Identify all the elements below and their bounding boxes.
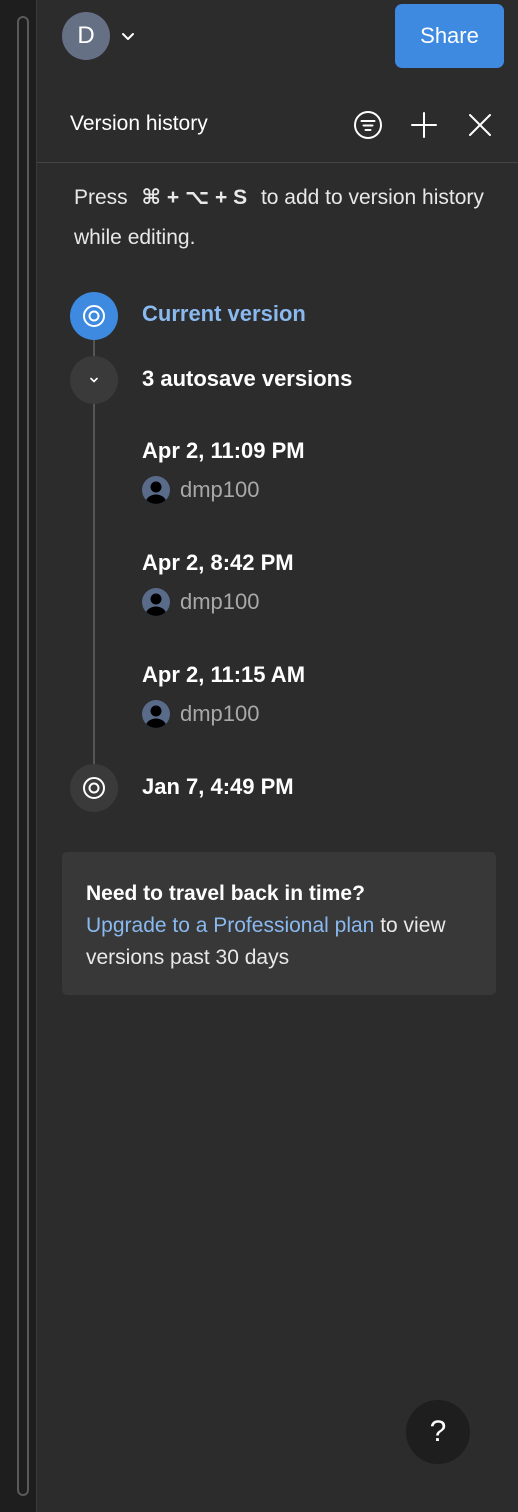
hint-suffix: to add to version history while editing.	[74, 186, 484, 249]
version-date: Apr 2, 11:15 AM	[142, 662, 306, 687]
version-dot-icon	[83, 777, 105, 799]
version-author-name: dmp100	[180, 477, 260, 502]
oldest-version-label[interactable]: Jan 7, 4:49 PM	[142, 774, 294, 800]
user-menu-button[interactable]: D	[62, 12, 136, 60]
help-button[interactable]: ?	[406, 1400, 470, 1464]
scrollbar[interactable]	[17, 16, 29, 1496]
panel-header: Version history	[37, 92, 518, 163]
upgrade-card: Need to travel back in time? Upgrade to …	[62, 852, 496, 995]
user-avatar-icon	[142, 700, 170, 728]
version-author: dmp100	[142, 476, 502, 504]
panel-title: Version history	[70, 112, 208, 135]
current-version-node	[70, 292, 118, 340]
version-item[interactable]: Apr 2, 11:15 AM dmp100	[142, 662, 502, 728]
version-author-name: dmp100	[180, 701, 260, 726]
left-strip	[0, 0, 37, 1512]
avatar: D	[62, 12, 110, 60]
close-icon[interactable]	[465, 110, 495, 140]
upgrade-link[interactable]: Upgrade to a Professional plan	[86, 914, 374, 937]
share-button[interactable]: Share	[395, 4, 504, 68]
keyboard-shortcut: ⌘ + ⌥ + S	[141, 186, 248, 209]
version-dot-icon	[83, 305, 105, 327]
version-history-panel: D Share Version history Press ⌘ + ⌥ + S …	[37, 0, 518, 1512]
upgrade-title: Need to travel back in time?	[86, 882, 365, 905]
current-version-label[interactable]: Current version	[142, 301, 306, 327]
version-author: dmp100	[142, 588, 502, 616]
oldest-version-node	[70, 764, 118, 812]
version-item[interactable]: Apr 2, 11:09 PM dmp100	[142, 438, 502, 504]
autosave-group-label[interactable]: 3 autosave versions	[142, 366, 352, 392]
version-item[interactable]: Apr 2, 8:42 PM dmp100	[142, 550, 502, 616]
filter-icon[interactable]	[353, 110, 383, 140]
plus-icon[interactable]	[409, 110, 439, 140]
upgrade-body: Upgrade to a Professional plan to view v…	[86, 910, 472, 974]
collapse-autosave-button[interactable]	[70, 356, 118, 404]
user-avatar-icon	[142, 476, 170, 504]
chevron-down-icon	[90, 377, 98, 383]
user-avatar-icon	[142, 588, 170, 616]
version-date: Apr 2, 11:09 PM	[142, 438, 305, 463]
shortcut-hint: Press ⌘ + ⌥ + S to add to version histor…	[74, 178, 494, 258]
version-date: Apr 2, 8:42 PM	[142, 550, 294, 575]
chevron-down-icon	[122, 33, 134, 40]
version-author-name: dmp100	[180, 589, 260, 614]
version-author: dmp100	[142, 700, 502, 728]
hint-prefix: Press	[74, 186, 128, 209]
